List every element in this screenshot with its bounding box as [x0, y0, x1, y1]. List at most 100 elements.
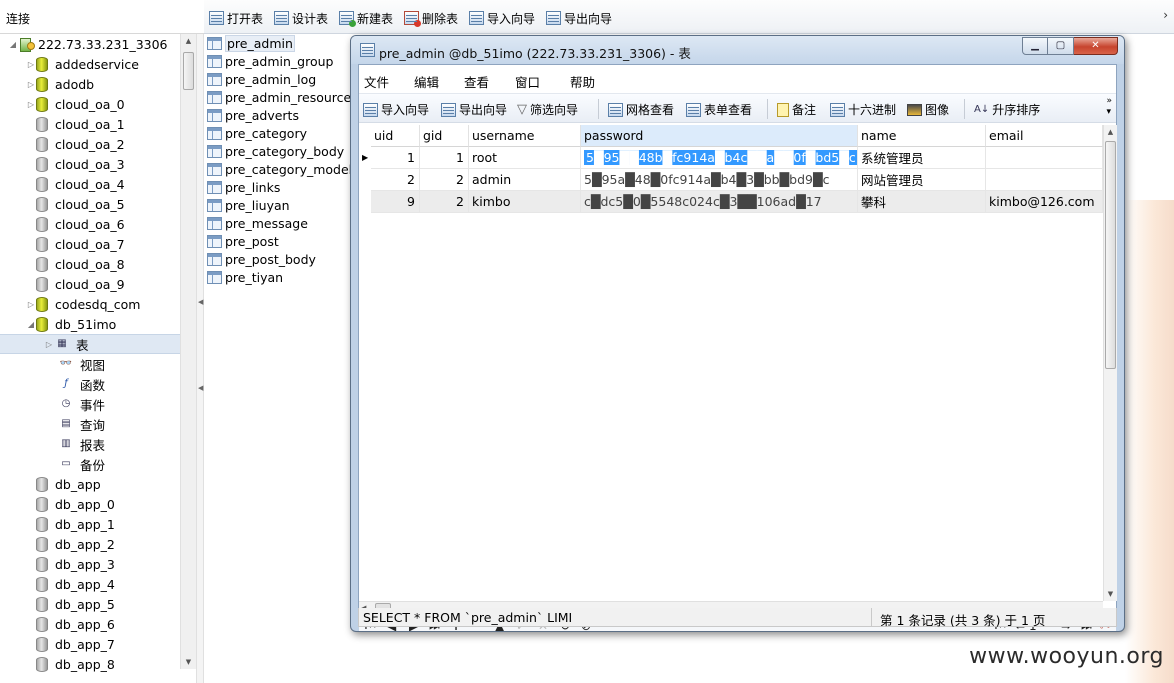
- cell-name[interactable]: 攀科: [858, 191, 986, 213]
- table-list-item[interactable]: pre_category_body: [207, 142, 344, 160]
- cell-gid[interactable]: 2: [420, 169, 469, 191]
- hex-button[interactable]: 十六进制: [830, 101, 896, 118]
- column-header-email[interactable]: email: [986, 125, 1103, 147]
- table-list-item[interactable]: pre_adverts: [207, 106, 299, 124]
- delete-table-button[interactable]: 删除表: [404, 9, 458, 27]
- table-list-item[interactable]: pre_liuyan: [207, 196, 290, 214]
- tree-scroll-thumb[interactable]: [183, 52, 194, 90]
- menu-edit[interactable]: 编辑: [414, 72, 439, 91]
- tree-sub-reports[interactable]: ▥ 报表: [58, 434, 196, 454]
- export-wizard-button[interactable]: 导出向导: [441, 101, 507, 118]
- tree-sub-tables[interactable]: ▷ ▦ 表: [0, 334, 180, 354]
- toolbar-overflow-icon[interactable]: » ▾: [1106, 96, 1112, 118]
- tree-sub-backups[interactable]: ▭ 备份: [58, 454, 196, 474]
- collapse-arrow-icon[interactable]: ◀: [198, 384, 203, 392]
- cell-email[interactable]: kimbo@126.com: [986, 191, 1103, 213]
- tree-db-item[interactable]: db_app_4: [26, 574, 196, 594]
- cell-uid[interactable]: 1: [371, 147, 420, 169]
- form-view-button[interactable]: 表单查看: [686, 101, 752, 118]
- table-list-item[interactable]: pre_admin_resource: [207, 88, 351, 106]
- tree-db-item[interactable]: ▷ cloud_oa_0: [26, 94, 196, 114]
- column-header-gid[interactable]: gid: [420, 125, 469, 147]
- cell-username[interactable]: kimbo: [469, 191, 581, 213]
- cell-gid[interactable]: 2: [420, 191, 469, 213]
- tree-sub-views[interactable]: 👓 视图: [58, 354, 196, 374]
- table-list-item[interactable]: pre_admin_group: [207, 52, 333, 70]
- toolbar-overflow-icon[interactable]: ›: [1163, 8, 1168, 22]
- scroll-up-icon[interactable]: ▲: [1104, 125, 1117, 139]
- close-button[interactable]: ✕: [1074, 37, 1118, 55]
- tree-db-item[interactable]: cloud_oa_7: [26, 234, 196, 254]
- table-list-item[interactable]: pre_links: [207, 178, 280, 196]
- open-table-button[interactable]: 打开表: [209, 9, 263, 27]
- cell-uid[interactable]: 9: [371, 191, 420, 213]
- table-list-item[interactable]: pre_tiyan: [207, 268, 283, 286]
- expand-arrow-icon[interactable]: ▷: [26, 60, 36, 69]
- tree-db-item[interactable]: ▷ adodb: [26, 74, 196, 94]
- cell-password[interactable]: c█dc5█0█5548c024c█3██106ad█17: [581, 191, 858, 213]
- scroll-up-icon[interactable]: ▲: [181, 34, 196, 48]
- menu-view[interactable]: 查看: [464, 72, 489, 91]
- tree-db-item[interactable]: cloud_oa_5: [26, 194, 196, 214]
- table-list-item[interactable]: pre_message: [207, 214, 308, 232]
- cell-gid[interactable]: 1: [420, 147, 469, 169]
- tree-db-item[interactable]: db_app_8: [26, 654, 196, 674]
- tree-server[interactable]: ◢ 222.73.33.231_3306: [8, 34, 188, 54]
- expand-arrow-icon[interactable]: ◢: [8, 40, 18, 49]
- grid-scroll-thumb[interactable]: [1105, 141, 1116, 369]
- expand-arrow-icon[interactable]: ▷: [26, 100, 36, 109]
- new-table-button[interactable]: 新建表: [339, 9, 393, 27]
- tree-db-item[interactable]: ▷ addedservice: [26, 54, 196, 74]
- tree-db-open[interactable]: ◢ db_51imo: [26, 314, 196, 334]
- tree-db-item[interactable]: db_app_2: [26, 534, 196, 554]
- export-wizard-button[interactable]: 导出向导: [546, 9, 612, 27]
- tree-sub-functions[interactable]: ƒ 函数: [58, 374, 196, 394]
- collapse-arrow-icon[interactable]: ◀: [198, 298, 203, 306]
- tree-db-item[interactable]: db_app_3: [26, 554, 196, 574]
- cell-name[interactable]: 网站管理员: [858, 169, 986, 191]
- table-list-item[interactable]: pre_admin: [207, 34, 295, 52]
- image-button[interactable]: 图像: [907, 101, 949, 118]
- tree-db-item[interactable]: cloud_oa_8: [26, 254, 196, 274]
- column-header-name[interactable]: name: [858, 125, 986, 147]
- import-wizard-button[interactable]: 导入向导: [363, 101, 429, 118]
- table-list-item[interactable]: pre_post: [207, 232, 279, 250]
- expand-arrow-icon[interactable]: ▷: [44, 340, 54, 349]
- tree-db-item[interactable]: cloud_oa_2: [26, 134, 196, 154]
- tree-db-item[interactable]: db_app: [26, 474, 196, 494]
- tree-db-item[interactable]: cloud_oa_3: [26, 154, 196, 174]
- cell-password[interactable]: 5█95a█48█0fc914a█b4█3█bb█bd9█c: [581, 169, 858, 191]
- column-header-username[interactable]: username: [469, 125, 581, 147]
- cell-email[interactable]: [986, 169, 1103, 191]
- note-button[interactable]: 备注: [777, 101, 816, 118]
- grid-vertical-scrollbar[interactable]: ▲ ▼: [1103, 125, 1117, 601]
- column-header-password[interactable]: password: [581, 125, 858, 147]
- tree-sub-queries[interactable]: ▤ 查询: [58, 414, 196, 434]
- pane-splitter[interactable]: ◀ ◀: [196, 34, 204, 683]
- tree-db-item[interactable]: db_app_1: [26, 514, 196, 534]
- table-list-item[interactable]: pre_category_model: [207, 160, 352, 178]
- tree-db-item[interactable]: ▷ codesdq_com: [26, 294, 196, 314]
- table-list-item[interactable]: pre_post_body: [207, 250, 316, 268]
- tree-scrollbar[interactable]: ▲ ▼: [180, 34, 196, 669]
- sort-ascending-button[interactable]: A↓ 升序排序: [974, 101, 1040, 118]
- tree-db-item[interactable]: db_app_7: [26, 634, 196, 654]
- tree-db-item[interactable]: cloud_oa_4: [26, 174, 196, 194]
- grid-view-button[interactable]: 网格查看: [608, 101, 674, 118]
- tree-db-item[interactable]: cloud_oa_1: [26, 114, 196, 134]
- tree-sub-events[interactable]: ◷ 事件: [58, 394, 196, 414]
- tree-db-item[interactable]: cloud_oa_6: [26, 214, 196, 234]
- cell-username[interactable]: admin: [469, 169, 581, 191]
- column-header-uid[interactable]: uid: [371, 125, 420, 147]
- menu-help[interactable]: 帮助: [570, 72, 595, 91]
- scroll-down-icon[interactable]: ▼: [1104, 587, 1117, 601]
- cell-username[interactable]: root: [469, 147, 581, 169]
- tree-db-item[interactable]: db_app_5: [26, 594, 196, 614]
- tree-db-item[interactable]: db_app_0: [26, 494, 196, 514]
- window-titlebar[interactable]: pre_admin @db_51imo (222.73.33.231_3306)…: [351, 36, 1124, 64]
- cell-name[interactable]: 系统管理员: [858, 147, 986, 169]
- import-wizard-button[interactable]: 导入向导: [469, 9, 535, 27]
- cell-password[interactable]: 5█95██48b█fc914a█b4c██a██0f█bd5█c: [581, 147, 858, 169]
- menu-window[interactable]: 窗口: [515, 72, 540, 91]
- scroll-down-icon[interactable]: ▼: [181, 655, 196, 669]
